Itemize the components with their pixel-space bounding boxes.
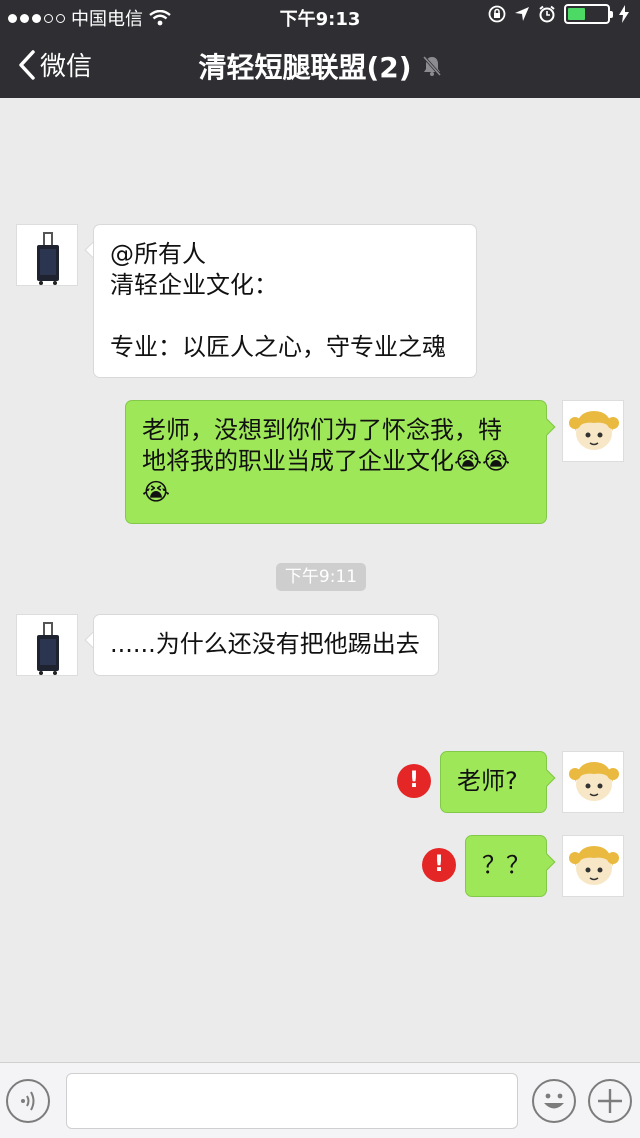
- nav-bar: 微信 清轻短腿联盟(2): [0, 32, 640, 98]
- status-bar: 中国电信 下午9:13: [0, 0, 640, 32]
- smiley-icon: [544, 1093, 564, 1109]
- luggage-avatar-icon: [37, 622, 59, 675]
- message-line: 清轻企业文化：: [110, 271, 278, 299]
- timestamp: 下午9:11: [276, 563, 366, 591]
- plus-icon: [598, 1089, 622, 1113]
- message-line: 专业：以匠人之心，守专业之魂: [110, 333, 446, 361]
- status-right: [488, 4, 630, 24]
- send-failed-icon[interactable]: !: [397, 764, 431, 798]
- message-line: 地将我的职业当成了企业文化😭😭: [142, 447, 511, 475]
- more-button[interactable]: [588, 1079, 632, 1123]
- message-bubble[interactable]: @所有人 清轻企业文化： 专业：以匠人之心，守专业之魂: [93, 224, 477, 378]
- cartoon-avatar-icon: [569, 411, 619, 450]
- battery-icon: [564, 4, 613, 24]
- emoji-button[interactable]: [532, 1079, 576, 1123]
- top-bar: 中国电信 下午9:13 微信 清轻短腿联盟(2): [0, 0, 640, 98]
- message-line: 老师?: [457, 767, 518, 795]
- input-bar: [0, 1062, 640, 1138]
- message-bubble[interactable]: ？？: [465, 835, 547, 897]
- avatar-self[interactable]: [562, 751, 624, 813]
- voice-button[interactable]: [6, 1079, 50, 1123]
- location-icon: [515, 7, 529, 21]
- send-failed-icon[interactable]: !: [422, 848, 456, 882]
- bell-off-icon: [422, 56, 441, 76]
- alarm-icon: [539, 5, 555, 23]
- message-line: ？？: [482, 851, 530, 879]
- message-line: [110, 301, 460, 332]
- avatar-sender[interactable]: [16, 614, 78, 676]
- message-line: 😭: [142, 478, 171, 506]
- chat-title[interactable]: 清轻短腿联盟(2): [198, 46, 411, 86]
- charging-icon: [619, 5, 629, 23]
- voice-icon: [21, 1091, 35, 1111]
- message-line: 老师，没想到你们为了怀念我，特: [142, 416, 502, 444]
- message-line: ......为什么还没有把他踢出去: [110, 630, 420, 658]
- cartoon-avatar-icon: [569, 846, 619, 885]
- message-bubble[interactable]: 老师，没想到你们为了怀念我，特 地将我的职业当成了企业文化😭😭 😭: [125, 400, 547, 524]
- avatar-self[interactable]: [562, 400, 624, 462]
- message-bubble[interactable]: ......为什么还没有把他踢出去: [93, 614, 439, 676]
- avatar-sender[interactable]: [16, 224, 78, 286]
- message-input[interactable]: [66, 1073, 518, 1129]
- luggage-avatar-icon: [37, 232, 59, 285]
- chat-title-area: 清轻短腿联盟(2): [0, 46, 640, 86]
- cartoon-avatar-icon: [569, 762, 619, 801]
- message-line: @所有人: [110, 240, 206, 268]
- message-bubble[interactable]: 老师?: [440, 751, 547, 813]
- rotation-lock-icon: [488, 5, 506, 23]
- avatar-self[interactable]: [562, 835, 624, 897]
